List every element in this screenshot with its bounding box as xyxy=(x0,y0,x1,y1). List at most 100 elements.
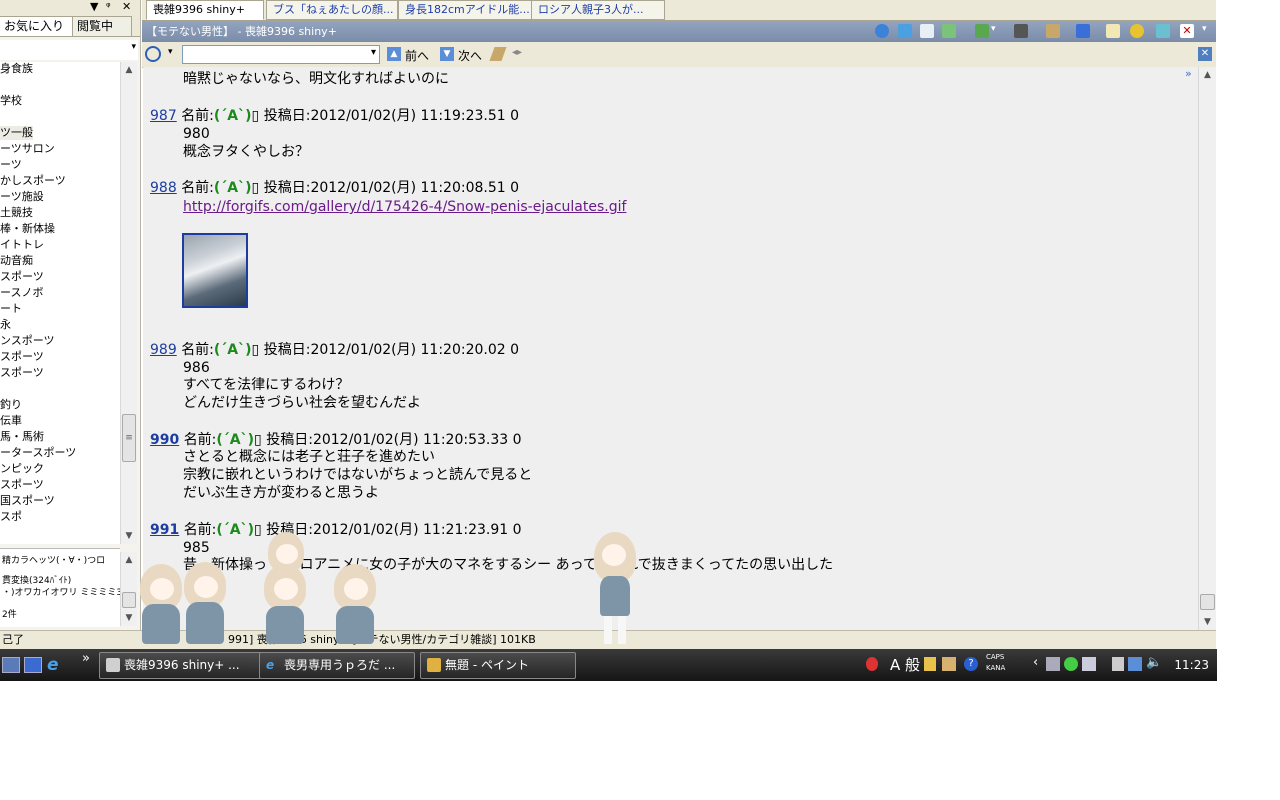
category-item[interactable]: 馬・馬術 xyxy=(0,430,44,444)
category-item[interactable]: 永 xyxy=(0,318,11,332)
category-item[interactable]: ツ一般 xyxy=(0,126,33,140)
show-desktop-icon[interactable] xyxy=(2,657,20,673)
stop-icon[interactable] xyxy=(1014,24,1028,38)
tab-thread-1[interactable]: 喪雑9396 shiny+ xyxy=(146,0,264,20)
category-item[interactable]: 身食族 xyxy=(0,62,33,76)
security-icon[interactable] xyxy=(1064,657,1078,671)
category-item[interactable]: 土競技 xyxy=(0,206,33,220)
alert-icon[interactable] xyxy=(866,657,878,671)
scroll-down-icon[interactable]: ▼ xyxy=(1199,614,1216,630)
dropdown-icon[interactable]: ▼ xyxy=(90,0,98,14)
tab-browsing[interactable]: 閲覧中 xyxy=(72,16,132,36)
taskbar-button-paint[interactable]: 無題 - ペイント xyxy=(420,652,576,679)
jump-icon[interactable] xyxy=(1076,24,1090,38)
scroll-up-icon[interactable]: ▲ xyxy=(121,62,137,78)
image-thumbnail[interactable] xyxy=(182,233,248,308)
thread-scrollbar[interactable]: ▲ ▼ xyxy=(1198,67,1216,630)
arrow-up-icon[interactable]: ▲ xyxy=(387,47,401,61)
filter-icon[interactable] xyxy=(898,24,912,38)
post-number-link[interactable]: 988 xyxy=(150,180,177,196)
category-item[interactable]: スポーツ xyxy=(0,366,44,380)
collapse-icon[interactable]: » xyxy=(1185,67,1192,80)
clock[interactable]: 11:23 xyxy=(1174,649,1209,681)
scroll-up-icon[interactable]: ▲ xyxy=(1199,67,1216,83)
tray-app-icon[interactable] xyxy=(1082,657,1096,671)
category-item[interactable]: イトトレ xyxy=(0,238,44,252)
scroll-thumb[interactable] xyxy=(122,592,136,608)
taskbar-button-browser[interactable]: 喪雑9396 shiny+ ... xyxy=(99,652,275,679)
bottom-scrollbar[interactable]: ▲ ▼ xyxy=(120,552,137,626)
category-item[interactable]: ータースポーツ xyxy=(0,446,76,460)
category-item[interactable]: ースノボ xyxy=(0,286,43,300)
category-item[interactable]: ーツ xyxy=(0,158,22,172)
pen-icon[interactable] xyxy=(1046,24,1060,38)
post-number-link[interactable]: 987 xyxy=(150,108,177,124)
category-item[interactable]: ンスポーツ xyxy=(0,334,55,348)
post-number-link[interactable]: 990 xyxy=(150,432,179,448)
next-button[interactable]: 次へ xyxy=(458,47,482,64)
close-tab-icon[interactable]: ✕ xyxy=(1180,24,1194,38)
document-icon[interactable] xyxy=(920,24,934,38)
category-item[interactable]: スポーツ xyxy=(0,478,44,492)
marker-icon[interactable] xyxy=(489,47,507,61)
category-item[interactable]: スポーツ xyxy=(0,350,44,364)
category-item[interactable]: かしスポーツ xyxy=(0,174,66,188)
split-handle-icon[interactable]: ◂▸ xyxy=(512,47,522,58)
network-icon[interactable] xyxy=(1128,657,1142,671)
write-icon[interactable] xyxy=(1106,24,1120,38)
window-icon[interactable] xyxy=(1156,24,1170,38)
category-item[interactable]: ンピック xyxy=(0,462,44,476)
ime-mode[interactable]: A 般 xyxy=(890,649,920,681)
refresh-clock-icon[interactable] xyxy=(875,24,889,38)
category-item[interactable]: スポ xyxy=(0,510,22,524)
chevron-down-icon[interactable]: ▾ xyxy=(371,47,376,58)
scroll-up-icon[interactable]: ▲ xyxy=(121,552,137,568)
category-item[interactable]: 伝車 xyxy=(0,414,22,428)
post-number-link[interactable]: 989 xyxy=(150,342,177,358)
arrow-down-icon[interactable]: ▼ xyxy=(440,47,454,61)
category-item[interactable]: スポーツ xyxy=(0,270,44,284)
tray-app-icon[interactable] xyxy=(924,657,936,671)
tab-favorites[interactable]: お気に入り xyxy=(0,16,73,36)
category-item[interactable]: 动音痴 xyxy=(0,254,33,268)
tray-app-icon[interactable] xyxy=(1046,657,1060,671)
scroll-thumb[interactable] xyxy=(1200,594,1215,610)
help-icon[interactable]: ? xyxy=(964,657,978,671)
search-icon[interactable] xyxy=(145,46,161,62)
volume-icon[interactable]: 🔈 xyxy=(1146,655,1162,670)
tab-thread-4[interactable]: ロシア人親子3人が... xyxy=(531,0,665,20)
usb-icon[interactable] xyxy=(1112,657,1124,671)
prev-button[interactable]: 前へ xyxy=(405,47,429,64)
favorite-star-icon[interactable] xyxy=(1130,24,1144,38)
tray-app-icon[interactable] xyxy=(942,657,956,671)
chevron-down-icon[interactable]: ▾ xyxy=(168,47,173,57)
close-icon[interactable]: ✕ xyxy=(122,0,131,14)
ie-icon[interactable]: e xyxy=(47,655,59,675)
chevron-down-icon[interactable]: ▾ xyxy=(131,42,136,52)
taskbar-button-ie[interactable]: e 喪男専用うｐろだ ... xyxy=(259,652,415,679)
category-item[interactable]: 学校 xyxy=(0,94,22,108)
chevron-icon[interactable]: » xyxy=(82,651,90,666)
scroll-thumb[interactable]: ≡ xyxy=(122,414,136,462)
left-filter-combo[interactable]: ▾ xyxy=(0,40,138,60)
tray-expand-icon[interactable]: ‹ xyxy=(1033,655,1038,670)
chevron-down-icon[interactable]: ▾ xyxy=(1202,24,1216,38)
category-item[interactable]: ート xyxy=(0,302,22,316)
tab-thread-2[interactable]: ブス「ねぇあたしの顔... xyxy=(266,0,398,20)
category-item[interactable]: 国スポーツ xyxy=(0,494,55,508)
category-item[interactable]: 棒・新体操 xyxy=(0,222,55,236)
category-item[interactable]: ーツ施設 xyxy=(0,190,44,204)
reload-icon[interactable] xyxy=(975,24,989,38)
close-icon[interactable]: ✕ xyxy=(1198,47,1212,61)
scroll-down-icon[interactable]: ▼ xyxy=(121,610,137,626)
category-item[interactable]: ーツサロン xyxy=(0,142,55,156)
nav-search-input[interactable]: ▾ xyxy=(182,45,380,64)
category-scrollbar[interactable]: ▲ ≡ ▼ xyxy=(120,62,137,544)
pin-icon[interactable]: ᵠ xyxy=(106,0,111,14)
category-item[interactable]: 釣り xyxy=(0,398,22,412)
image-link[interactable]: http://forgifs.com/gallery/d/175426-4/Sn… xyxy=(183,198,626,216)
save-icon[interactable] xyxy=(942,24,956,38)
chevron-down-icon[interactable]: ▾ xyxy=(991,24,1005,38)
scroll-down-icon[interactable]: ▼ xyxy=(121,528,137,544)
tab-thread-3[interactable]: 身長182cmアイドル能... xyxy=(398,0,534,20)
